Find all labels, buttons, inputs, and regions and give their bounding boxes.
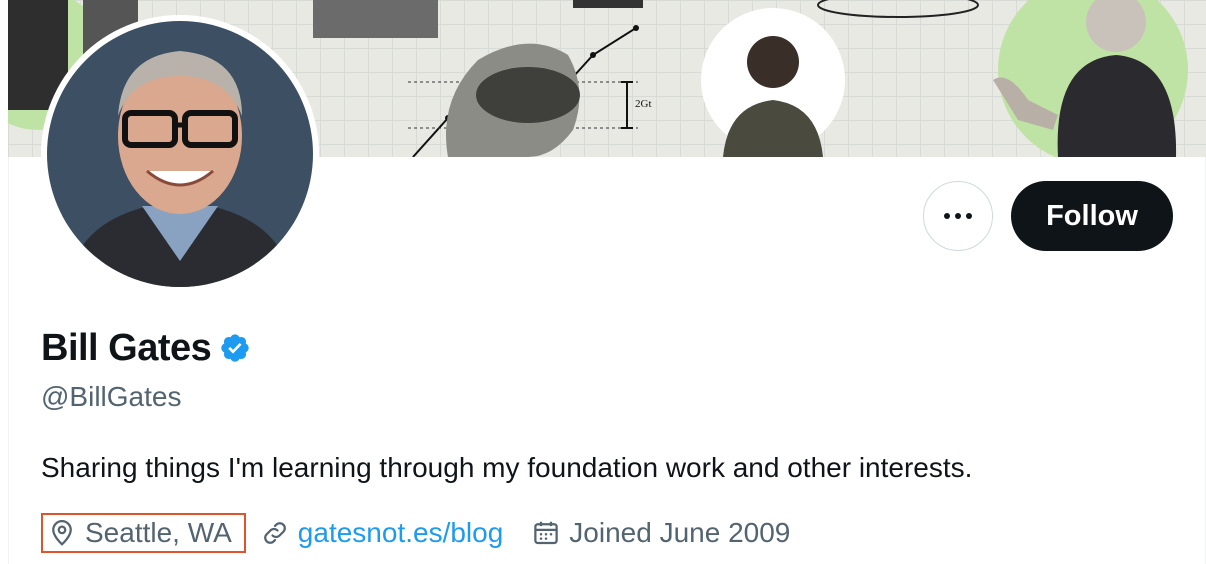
more-options-button[interactable] [923,181,993,251]
link-icon [263,522,286,544]
joined-item: Joined June 2009 [531,517,790,549]
avatar-image [47,21,313,287]
display-name-row: Bill Gates [41,323,251,373]
location-pin-icon [52,520,72,546]
profile-avatar[interactable] [41,15,319,293]
banner-annotation-label: 2Gt [635,98,652,110]
verified-badge-icon[interactable] [219,332,251,364]
profile-handle: @BillGates [41,381,182,412]
location-text: Seattle, WA [85,517,232,548]
website-item: gatesnot.es/blog [260,517,504,549]
follow-button[interactable]: Follow [1011,181,1173,251]
website-link[interactable]: gatesnot.es/blog [298,517,504,549]
more-horizontal-icon [944,213,972,219]
calendar-icon [534,521,559,545]
joined-text: Joined June 2009 [569,517,791,548]
profile-bio: Sharing things I'm learning through my f… [41,452,973,483]
profile-meta: Seattle, WA gatesnot.es/blog Joined June… [41,511,790,555]
display-name: Bill Gates [41,326,212,369]
location-item: Seattle, WA [41,513,246,553]
